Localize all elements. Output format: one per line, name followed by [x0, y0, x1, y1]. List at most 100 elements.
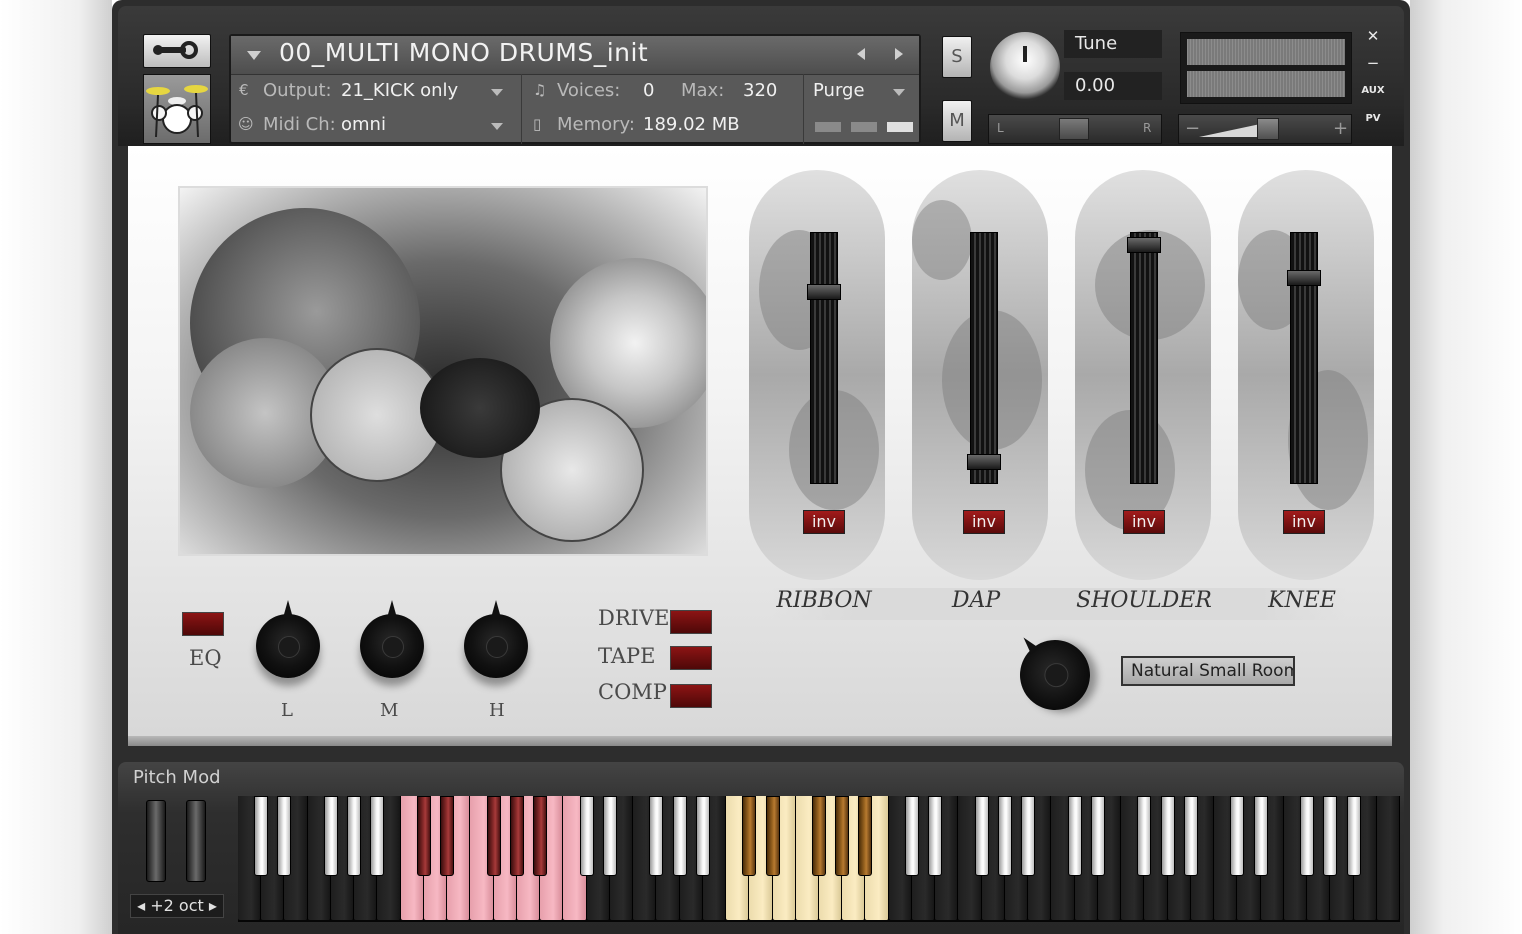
black-key[interactable] [1323, 796, 1338, 876]
close-button[interactable]: ✕ [1360, 24, 1386, 48]
tape-label: TAPE [598, 644, 656, 668]
output-dropdown-icon[interactable] [491, 89, 503, 96]
fader-handle-shoulder[interactable] [1127, 236, 1161, 253]
black-key[interactable] [1253, 796, 1268, 876]
octave-up-icon[interactable]: ▸ [209, 896, 217, 915]
voices-label: Voices: [557, 80, 621, 101]
black-key[interactable] [1021, 796, 1036, 876]
invert-button-knee[interactable]: inv [1283, 510, 1325, 534]
invert-button-shoulder[interactable]: inv [1123, 510, 1165, 534]
divider [521, 74, 522, 144]
piano-keyboard[interactable] [238, 796, 1400, 922]
pan-slider[interactable]: L R [988, 114, 1162, 144]
black-key[interactable] [416, 796, 431, 876]
comp-toggle-button[interactable] [670, 684, 712, 708]
midi-dropdown-icon[interactable] [491, 123, 503, 130]
drum-kit-thumbnail[interactable] [143, 74, 211, 144]
mic-name-shoulder: SHOULDER [1076, 588, 1212, 613]
drive-toggle-button[interactable] [670, 610, 712, 634]
black-key[interactable] [579, 796, 594, 876]
tape-toggle-button[interactable] [670, 646, 712, 670]
black-key[interactable] [533, 796, 548, 876]
volume-minus-label: − [1185, 118, 1201, 139]
black-key[interactable] [486, 796, 501, 876]
black-key[interactable] [904, 796, 919, 876]
mute-button[interactable]: M [942, 100, 972, 142]
eq-low-knob[interactable] [256, 600, 320, 678]
black-key[interactable] [1067, 796, 1082, 876]
black-key[interactable] [649, 796, 664, 876]
pitch-mod-label: Pitch Mod [133, 767, 221, 788]
mic-name-ribbon: RIBBON [776, 588, 872, 613]
title-menu-icon[interactable] [247, 51, 261, 60]
black-key[interactable] [347, 796, 362, 876]
pitch-wheel[interactable] [146, 800, 166, 882]
eq-toggle-button[interactable] [182, 612, 224, 636]
midi-label: Midi Ch: [263, 114, 336, 135]
fader-handle-dap[interactable] [967, 453, 1001, 470]
next-instrument-icon[interactable] [895, 48, 903, 60]
prev-instrument-icon[interactable] [857, 48, 865, 60]
reverb-preset-select[interactable]: Natural Small Room [1121, 656, 1295, 686]
black-key[interactable] [1230, 796, 1245, 876]
max-voices-value[interactable]: 320 [743, 80, 777, 101]
black-key[interactable] [835, 796, 850, 876]
volume-slider[interactable]: − + [1178, 114, 1352, 144]
output-select[interactable]: 21_KICK only [341, 80, 458, 101]
black-key[interactable] [1090, 796, 1105, 876]
voices-value: 0 [643, 80, 655, 101]
black-key[interactable] [509, 796, 524, 876]
solo-button[interactable]: S [942, 36, 972, 78]
fader-handle-ribbon[interactable] [807, 283, 841, 300]
fader-shoulder[interactable] [1130, 232, 1158, 484]
volume-wedge [1199, 123, 1265, 137]
eq-mid-knob[interactable] [360, 600, 424, 678]
purge-button[interactable]: Purge [813, 80, 865, 101]
black-key[interactable] [1346, 796, 1361, 876]
black-key[interactable] [742, 796, 757, 876]
black-key[interactable] [1183, 796, 1198, 876]
black-key[interactable] [323, 796, 338, 876]
tune-knob[interactable] [990, 32, 1060, 102]
eq-high-label: H [489, 700, 505, 721]
fader-handle-knee[interactable] [1287, 269, 1321, 286]
pv-button[interactable]: PV [1360, 107, 1386, 131]
output-icon: € [239, 81, 249, 99]
black-key[interactable] [254, 796, 269, 876]
invert-button-ribbon[interactable]: inv [803, 510, 845, 534]
midi-select[interactable]: omni [341, 114, 386, 135]
wrench-button[interactable] [143, 34, 211, 68]
white-key[interactable] [1376, 796, 1400, 920]
tune-value[interactable]: 0.00 [1064, 72, 1162, 100]
invert-button-dap[interactable]: inv [963, 510, 1005, 534]
black-key[interactable] [1137, 796, 1152, 876]
black-key[interactable] [370, 796, 385, 876]
fader-ribbon[interactable] [810, 232, 838, 484]
octave-selector[interactable]: ◂ +2 oct ▸ [130, 894, 224, 918]
black-key[interactable] [440, 796, 455, 876]
black-key[interactable] [672, 796, 687, 876]
volume-handle[interactable] [1257, 118, 1279, 140]
black-key[interactable] [765, 796, 780, 876]
mod-wheel[interactable] [186, 800, 206, 882]
divider [803, 74, 804, 144]
fader-dap[interactable] [970, 232, 998, 484]
black-key[interactable] [974, 796, 989, 876]
black-key[interactable] [695, 796, 710, 876]
black-key[interactable] [997, 796, 1012, 876]
black-key[interactable] [928, 796, 943, 876]
minimize-button[interactable]: − [1360, 51, 1386, 75]
black-key[interactable] [812, 796, 826, 876]
black-key[interactable] [1300, 796, 1315, 876]
octave-down-icon[interactable]: ◂ [137, 896, 145, 915]
pan-right-label: R [1143, 121, 1152, 135]
black-key[interactable] [1160, 796, 1175, 876]
pan-handle[interactable] [1059, 118, 1089, 140]
aux-button[interactable]: AUX [1360, 79, 1386, 103]
purge-dropdown-icon[interactable] [893, 89, 905, 96]
black-key[interactable] [277, 796, 292, 876]
eq-high-knob[interactable] [464, 600, 528, 678]
instrument-title[interactable]: 00_MULTI MONO DRUMS_init [279, 38, 648, 67]
black-key[interactable] [858, 796, 873, 876]
black-key[interactable] [602, 796, 617, 876]
